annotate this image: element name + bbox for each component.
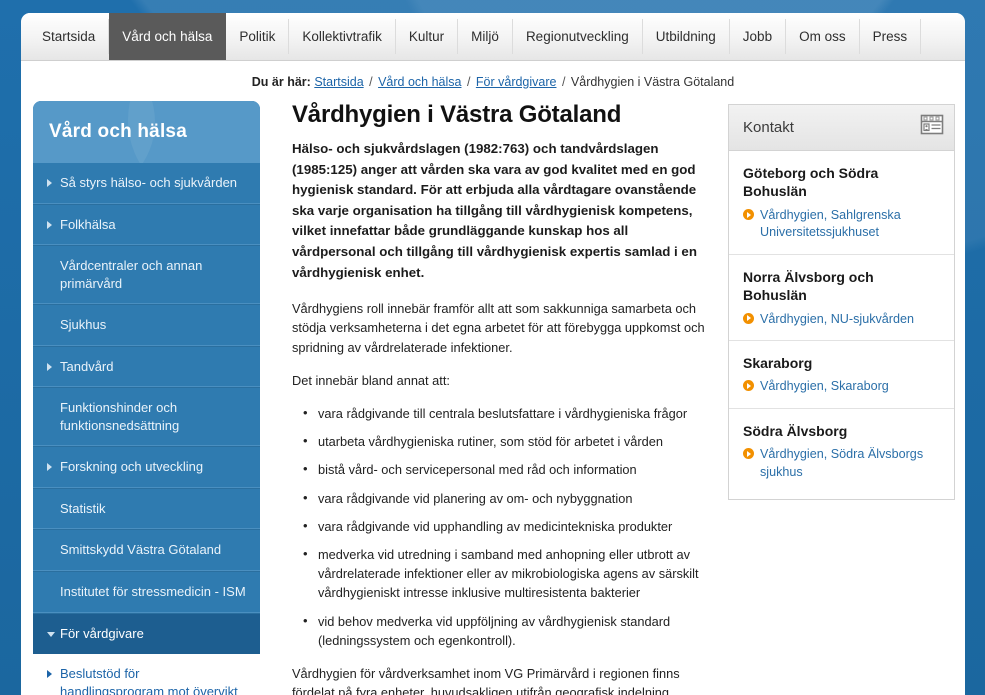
list-item: vid behov medverka vid uppföljning av vå… — [292, 612, 708, 650]
sidebar-item-smittskydd-västra-götaland[interactable]: Smittskydd Västra Götaland — [33, 529, 260, 571]
nav-tab-miljö[interactable]: Miljö — [458, 19, 513, 54]
sidebar-item-tandvård[interactable]: Tandvård — [33, 346, 260, 388]
list-item: medverka vid utredning i samband med anh… — [292, 545, 708, 603]
breadcrumb-item-2[interactable]: Vård och hälsa — [378, 75, 461, 89]
contact-link[interactable]: Vårdhygien, NU-sjukvården — [743, 311, 940, 328]
lead-paragraph: Hälso- och sjukvårdslagen (1982:763) och… — [292, 139, 708, 283]
breadcrumb-separator: / — [463, 75, 473, 89]
sidebar-title: Vård och hälsa — [33, 101, 260, 143]
sidebar-item-list: Så styrs hälso- och sjukvårdenFolkhälsaV… — [33, 163, 260, 695]
nav-tab-politik[interactable]: Politik — [226, 19, 289, 54]
arrow-bullet-icon — [743, 313, 754, 324]
contact-link[interactable]: Vårdhygien, Södra Älvsborgs sjukhus — [743, 446, 940, 481]
contact-region-heading: Södra Älvsborg — [743, 422, 940, 440]
contact-block-list: Göteborg och Södra Bohuslän Vårdhygien, S… — [729, 151, 954, 499]
contact-link-label: Vårdhygien, NU-sjukvården — [760, 312, 914, 326]
breadcrumb-item-4: Vårdhygien i Västra Götaland — [571, 75, 734, 89]
sidebar-item-funktionshinder-och-funktionsnedsättning[interactable]: Funktionshinder och funktionsnedsättning — [33, 387, 260, 446]
contact-block: Skaraborg Vårdhygien, Skaraborg — [729, 341, 954, 409]
breadcrumb-item-1[interactable]: Startsida — [314, 75, 363, 89]
content-row: Vård och hälsa Så styrs hälso- och sjukv… — [21, 101, 965, 695]
breadcrumb-item-3[interactable]: För vårdgivare — [476, 75, 557, 89]
nav-tab-regionutveckling[interactable]: Regionutveckling — [513, 19, 643, 54]
list-item: utarbeta vårdhygieniska rutiner, som stö… — [292, 432, 708, 451]
nav-tab-om-oss[interactable]: Om oss — [786, 19, 860, 54]
contact-block: Södra Älvsborg Vårdhygien, Södra Älvsborg… — [729, 409, 954, 499]
sidebar-item-beslutstöd-för-handlingsprogram-mot-övervikt-och-fetma[interactable]: Beslutstöd för handlingsprogram mot över… — [33, 654, 260, 695]
nav-tab-press[interactable]: Press — [860, 19, 922, 54]
list-item: bistå vård- och servicepersonal med råd … — [292, 460, 708, 479]
sidebar-item-för-vårdgivare[interactable]: För vårdgivare — [33, 613, 260, 655]
sidebar-item-sjukhus[interactable]: Sjukhus — [33, 304, 260, 346]
contact-region-heading: Skaraborg — [743, 354, 940, 372]
contact-panel-header: Kontakt — [729, 105, 954, 151]
nav-tab-vård-och-hälsa[interactable]: Vård och hälsa — [109, 13, 226, 60]
sidebar-header: Vård och hälsa — [33, 101, 260, 163]
contact-region-heading: Norra Älvsborg och Bohuslän — [743, 268, 940, 305]
sidebar-item-institutet-för-stressmedicin-ism[interactable]: Institutet för stressmedicin - ISM — [33, 571, 260, 613]
list-item: vara rådgivande vid upphandling av medic… — [292, 517, 708, 536]
sidebar-item-vårdcentraler-och-annan-primärvård[interactable]: Vårdcentraler och annan primärvård — [33, 245, 260, 304]
contact-link-label: Vårdhygien, Sahlgrenska Universitetssjuk… — [760, 208, 901, 239]
contact-link-label: Vårdhygien, Södra Älvsborgs sjukhus — [760, 447, 923, 478]
nav-tab-startsida[interactable]: Startsida — [29, 19, 109, 54]
arrow-bullet-icon — [743, 448, 754, 459]
contact-panel-title: Kontakt — [743, 119, 794, 136]
list-item: vara rådgivande vid planering av om- och… — [292, 489, 708, 508]
list-item: vara rådgivande till centrala beslutsfat… — [292, 404, 708, 423]
contact-block: Göteborg och Södra Bohuslän Vårdhygien, S… — [729, 151, 954, 255]
contact-link[interactable]: Vårdhygien, Skaraborg — [743, 378, 940, 395]
breadcrumb-separator: / — [558, 75, 568, 89]
nav-tab-jobb[interactable]: Jobb — [730, 19, 786, 54]
section-navigation-sidebar: Vård och hälsa Så styrs hälso- och sjukv… — [33, 101, 260, 695]
contact-block: Norra Älvsborg och Bohuslän Vårdhygien, N… — [729, 255, 954, 341]
contact-link[interactable]: Vårdhygien, Sahlgrenska Universitetssjuk… — [743, 207, 940, 242]
responsibility-bullet-list: vara rådgivande till centrala beslutsfat… — [292, 404, 708, 650]
main-content: Vårdhygien i Västra Götaland Hälso- och … — [260, 101, 728, 695]
nav-tab-kultur[interactable]: Kultur — [396, 19, 458, 54]
contact-region-heading: Göteborg och Södra Bohuslän — [743, 164, 940, 201]
primary-navigation: StartsidaVård och hälsaPolitikKollektivt… — [21, 13, 965, 61]
breadcrumb: Du är här: Startsida / Vård och hälsa / … — [21, 61, 965, 101]
contact-link-label: Vårdhygien, Skaraborg — [760, 379, 889, 393]
paragraph-closing: Vårdhygien för vårdverksamhet inom VG Pr… — [292, 664, 708, 695]
contact-panel: Kontakt Göteborg — [728, 104, 955, 500]
nav-tab-utbildning[interactable]: Utbildning — [643, 19, 730, 54]
paragraph-role: Vårdhygiens roll innebär framför allt at… — [292, 299, 708, 357]
sidebar-item-forskning-och-utveckling[interactable]: Forskning och utveckling — [33, 446, 260, 488]
arrow-bullet-icon — [743, 380, 754, 391]
breadcrumb-separator: / — [366, 75, 376, 89]
sidebar-item-statistik[interactable]: Statistik — [33, 488, 260, 530]
contact-card-icon — [920, 114, 944, 140]
page-shell: StartsidaVård och hälsaPolitikKollektivt… — [21, 13, 965, 695]
arrow-bullet-icon — [743, 209, 754, 220]
breadcrumb-label: Du är här: — [252, 75, 311, 89]
page-title: Vårdhygien i Västra Götaland — [292, 101, 708, 129]
sidebar-item-folkhälsa[interactable]: Folkhälsa — [33, 204, 260, 246]
nav-tab-kollektivtrafik[interactable]: Kollektivtrafik — [289, 19, 396, 54]
paragraph-intro: Det innebär bland annat att: — [292, 371, 708, 390]
sidebar-item-så-styrs-hälso-och-sjukvården[interactable]: Så styrs hälso- och sjukvården — [33, 163, 260, 204]
